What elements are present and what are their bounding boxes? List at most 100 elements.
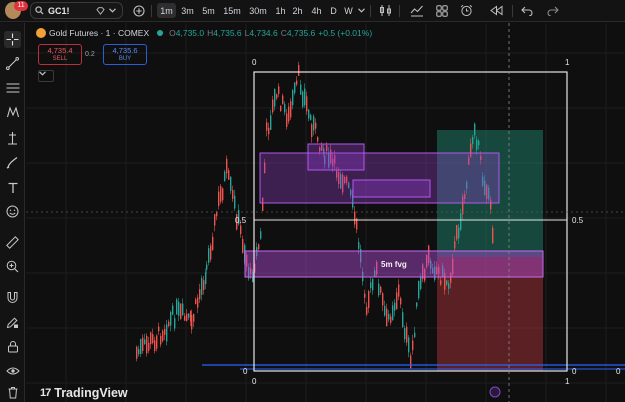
fvg-zone-small-top[interactable] <box>307 143 365 171</box>
ohlc-low-value: 4,734.6 <box>249 28 278 38</box>
spread-value: 0.2 <box>85 51 95 58</box>
pattern-tool[interactable] <box>4 104 21 121</box>
timeframe-menu-button[interactable] <box>356 2 366 19</box>
alert-button[interactable] <box>459 2 474 19</box>
zoom-in-icon <box>6 260 19 273</box>
measure-tool[interactable] <box>4 234 21 251</box>
crosshair-tool[interactable] <box>4 31 21 48</box>
symbol-input[interactable]: GC1! <box>48 6 70 16</box>
layouts-button[interactable] <box>434 2 449 19</box>
chevron-down-icon <box>108 8 116 13</box>
sell-label: SELL <box>52 56 68 62</box>
fib-tool[interactable] <box>4 79 21 96</box>
collapse-legend-button[interactable] <box>38 70 54 82</box>
ohlc-close-value: 4,735.6 <box>286 28 316 38</box>
fvg-zone-label: 5m fvg <box>381 260 407 269</box>
projection-tool[interactable] <box>4 129 21 146</box>
buy-label: BUY <box>118 56 132 62</box>
remove-drawings-tool[interactable] <box>4 384 21 401</box>
hide-drawings-tool[interactable] <box>4 362 21 379</box>
compare-symbol-button[interactable] <box>131 2 146 19</box>
pencil-lock-icon <box>6 317 18 329</box>
undo-button[interactable] <box>519 2 534 19</box>
lock-icon <box>7 341 18 353</box>
fib-label-bottom-right: 0 <box>572 367 577 376</box>
magnet-tool[interactable] <box>4 289 21 306</box>
rewind-icon <box>489 5 502 16</box>
text-icon <box>8 182 17 193</box>
tradingview-logo-icon: 17 <box>40 387 51 399</box>
fib-label-top-right: 1 <box>565 58 570 67</box>
gem-icon <box>95 6 105 15</box>
long-position-icon <box>8 131 17 145</box>
magnet-icon <box>7 292 18 303</box>
trend-line-tool[interactable] <box>4 55 21 72</box>
timeframe-1h[interactable]: 1h <box>273 3 288 18</box>
text-tool[interactable] <box>4 179 21 196</box>
indicators-button[interactable] <box>409 2 424 19</box>
trash-icon <box>8 387 17 399</box>
top-toolbar: 11 GC1! 1m 3m 5m 15m 30m 1h 2h 4h D W <box>0 0 625 22</box>
fib-label-mid-right: 0.5 <box>572 216 584 225</box>
trend-line-icon <box>6 57 19 70</box>
fib-label-top-left: 0 <box>252 58 257 67</box>
alarm-clock-icon <box>460 4 473 17</box>
crosshair-icon <box>6 33 19 46</box>
timeframe-3m[interactable]: 3m <box>178 3 197 18</box>
zoom-tool[interactable] <box>4 258 21 275</box>
chart-pane[interactable]: 0 1 0.5 0.5 0 0 0 1 0 5m fvg Gold Future… <box>26 23 625 402</box>
candles-icon <box>380 5 391 16</box>
lightning-icon[interactable] <box>489 386 501 398</box>
stay-in-drawing-tool[interactable] <box>4 314 21 331</box>
lock-tool[interactable] <box>4 338 21 355</box>
symbol-legend[interactable]: Gold Futures · 1 · COMEX O 4,735.0 H 4,735… <box>36 28 372 38</box>
search-icon <box>35 6 44 15</box>
price-chart[interactable]: 0 1 0.5 0.5 0 0 0 1 0 5m fvg <box>26 23 625 402</box>
ohlc-open-value: 4,735.0 <box>175 28 205 38</box>
ohlc-open-label: O <box>169 28 176 38</box>
brush-icon <box>6 157 18 169</box>
timeframe-d[interactable]: D <box>327 3 340 18</box>
right-edge-zero-label: 0 <box>616 367 621 376</box>
chevron-down-icon <box>357 8 365 13</box>
timeframe-4h[interactable]: 4h <box>308 3 325 18</box>
fib-axis-label-right: 1 <box>565 377 570 386</box>
fib-label-bottom-left: 0 <box>243 367 248 376</box>
chevron-down-icon <box>39 71 46 76</box>
fib-label-mid-left: 0.5 <box>235 216 247 225</box>
price-change: +0.5 (+0.01%) <box>318 28 373 38</box>
timeframe-15m[interactable]: 15m <box>221 3 243 18</box>
buy-button[interactable]: 4,735.6 BUY <box>103 44 147 65</box>
smiley-icon <box>6 205 19 218</box>
undo-icon <box>520 6 532 16</box>
notification-badge: 11 <box>14 1 28 11</box>
timeframe-30m[interactable]: 30m <box>246 3 270 18</box>
gold-logo-icon <box>36 28 46 38</box>
ruler-icon <box>6 236 19 249</box>
tradingview-watermark: 17 TradingView <box>40 386 128 400</box>
drawing-toolbar <box>0 23 25 402</box>
symbol-name: Gold Futures · 1 · COMEX <box>49 28 150 38</box>
grid-icon <box>435 4 448 17</box>
sell-price: 4,735.4 <box>47 46 73 55</box>
fib-retracement-icon <box>6 83 19 92</box>
timeframe-5m[interactable]: 5m <box>199 3 218 18</box>
brush-tool[interactable] <box>4 154 21 171</box>
redo-button[interactable] <box>545 2 560 19</box>
sell-button[interactable]: 4,735.4 SELL <box>38 44 82 65</box>
replay-button[interactable] <box>489 2 504 19</box>
fvg-zone-small-mid[interactable] <box>352 179 431 198</box>
fib-axis-label-left: 0 <box>252 377 257 386</box>
timeframe-w[interactable]: W <box>342 3 355 18</box>
emoji-tool[interactable] <box>4 203 21 220</box>
indicators-icon <box>410 5 423 16</box>
add-circle-icon <box>132 4 145 17</box>
buy-price: 4,735.6 <box>112 46 138 55</box>
redo-icon <box>547 6 559 16</box>
chart-type-button[interactable] <box>378 2 393 19</box>
ohlc-high-value: 4,735.6 <box>213 28 242 38</box>
symbol-search[interactable]: GC1! <box>30 2 123 19</box>
timeframe-2h[interactable]: 2h <box>290 3 305 18</box>
watermark-text: TradingView <box>54 386 128 400</box>
timeframe-1m[interactable]: 1m <box>157 3 176 18</box>
